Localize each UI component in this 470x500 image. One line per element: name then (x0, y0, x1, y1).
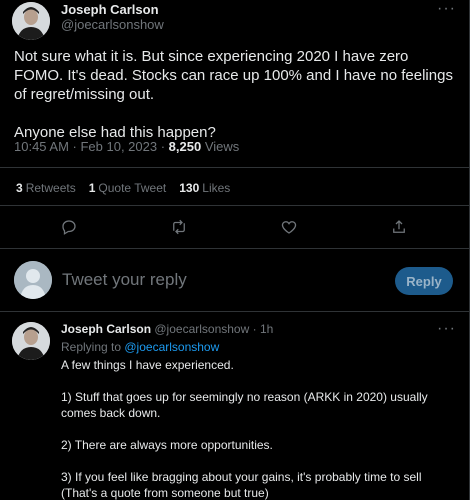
tweet-text: Not sure what it is. But since experienc… (14, 47, 454, 142)
tweet-meta: 10:45 AM · Feb 10, 2023 · 8,250 Views (14, 139, 239, 154)
reply-icon[interactable] (60, 218, 80, 238)
more-horizontal-icon[interactable]: ··· (437, 0, 456, 18)
quotes-stat[interactable]: 1 Quote Tweet (89, 181, 167, 195)
reply-header: Joseph Carlson @joecarlsonshow · 1h (61, 322, 273, 336)
reply-author-handle[interactable]: @joecarlsonshow (154, 322, 249, 336)
divider (0, 205, 470, 206)
tweet-thread: Joseph Carlson @joecarlsonshow ··· Not s… (0, 0, 470, 500)
separator: · (249, 322, 260, 336)
reply-time[interactable]: 1h (260, 322, 273, 336)
views-count: 8,250 (168, 139, 202, 154)
likes-stat[interactable]: 130 Likes (179, 181, 230, 195)
tweet-paragraph: Not sure what it is. But since experienc… (14, 48, 453, 103)
mention-link[interactable]: @joecarlsonshow (124, 340, 219, 354)
divider (0, 167, 470, 168)
views-label: Views (201, 139, 240, 154)
more-horizontal-icon[interactable]: ··· (437, 320, 456, 338)
share-icon[interactable] (390, 218, 410, 238)
reply-paragraph: 1) Stuff that goes up for seemingly no r… (61, 390, 428, 420)
avatar[interactable] (12, 2, 50, 40)
replying-to: Replying to @joecarlsonshow (61, 340, 220, 354)
reply-author-name[interactable]: Joseph Carlson (61, 322, 151, 336)
tweet-stats: 3 Retweets 1 Quote Tweet 130 Likes (16, 181, 230, 195)
tweet-actions (0, 218, 470, 238)
reply-button[interactable]: Reply (395, 267, 453, 295)
author-name[interactable]: Joseph Carlson (61, 2, 159, 17)
retweets-stat[interactable]: 3 Retweets (16, 181, 76, 195)
reply-paragraph: 2) There are always more opportunities. (61, 438, 273, 452)
retweet-icon[interactable] (170, 218, 190, 238)
default-avatar (14, 261, 52, 299)
reply-paragraph: 3) If you feel like bragging about your … (61, 470, 422, 500)
divider (0, 248, 470, 249)
author-handle[interactable]: @joecarlsonshow (61, 17, 164, 32)
avatar[interactable] (12, 322, 50, 360)
reply-text: A few things I have experienced. 1) Stuf… (61, 357, 461, 500)
like-icon[interactable] (280, 218, 300, 238)
reply-input[interactable]: Tweet your reply (62, 270, 187, 290)
divider (0, 311, 470, 312)
reply-paragraph: A few things I have experienced. (61, 358, 234, 372)
timestamp[interactable]: 10:45 AM · Feb 10, 2023 · (14, 139, 169, 154)
